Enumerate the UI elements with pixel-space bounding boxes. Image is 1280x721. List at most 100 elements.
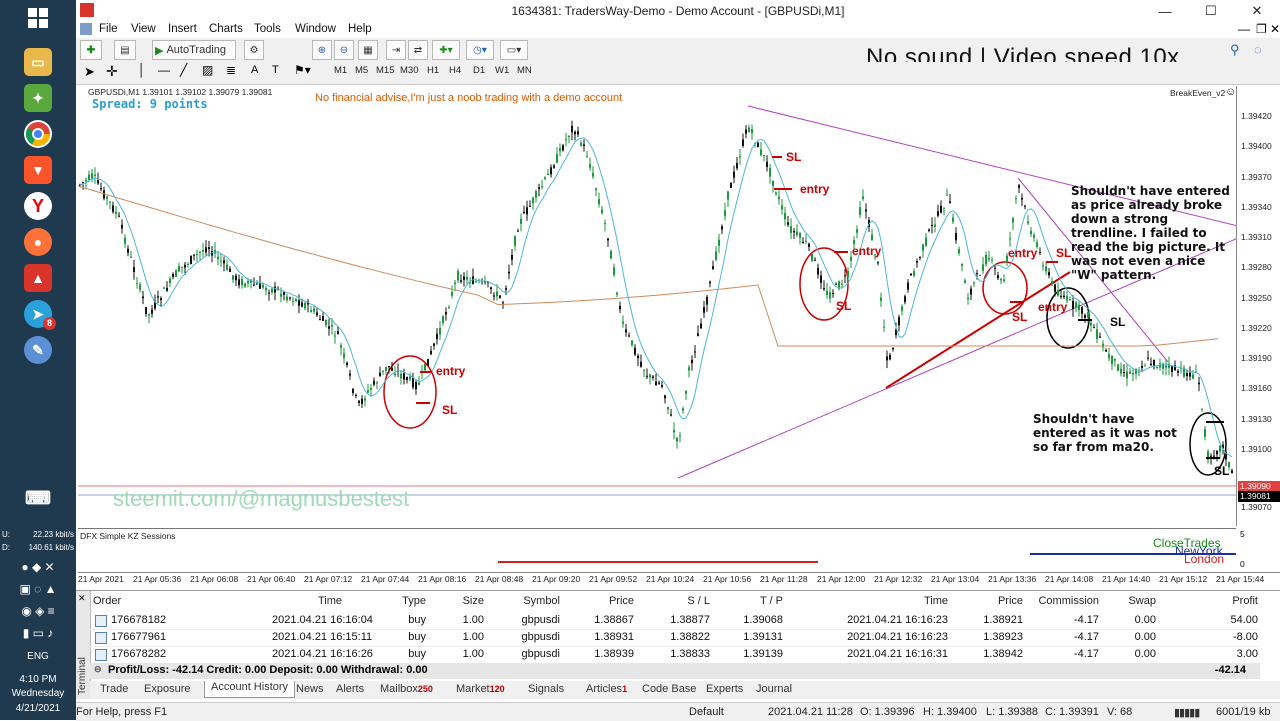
tray-icons-row4[interactable]: ▮ ▭ ♪: [0, 626, 76, 640]
chart-settings-icon[interactable]: ⚙: [244, 40, 264, 60]
tab-alerts[interactable]: Alerts: [336, 683, 364, 695]
profiles-icon[interactable]: ▤: [114, 40, 136, 60]
restore-child-window-button[interactable]: ❐: [1256, 22, 1267, 36]
timeframe-d1[interactable]: D1: [473, 65, 485, 76]
timeframe-m30[interactable]: M30: [400, 65, 418, 76]
chart-shift-icon[interactable]: ⇥: [386, 40, 406, 60]
periods-icon[interactable]: ◷▾: [466, 40, 494, 60]
col-header-close-price[interactable]: Price: [953, 595, 1023, 607]
col-header-order[interactable]: Order: [93, 595, 121, 607]
tab-experts[interactable]: Experts: [706, 683, 743, 695]
col-header-time[interactable]: Time: [272, 595, 342, 607]
col-header-profit[interactable]: Profit: [1188, 595, 1258, 607]
yandex-icon[interactable]: Y: [24, 192, 52, 220]
timeframe-m1[interactable]: M1: [334, 65, 347, 76]
clock-time[interactable]: 4:10 PM: [0, 674, 76, 685]
tray-icons-row3[interactable]: ◉ ◈ ≡: [0, 604, 76, 618]
tab-trade[interactable]: Trade: [100, 683, 128, 695]
col-header-price[interactable]: Price: [564, 595, 634, 607]
col-header-symbol[interactable]: Symbol: [490, 595, 560, 607]
col-header-tp[interactable]: T / P: [713, 595, 783, 607]
tab-journal[interactable]: Journal: [756, 683, 792, 695]
timeframe-h4[interactable]: H4: [449, 65, 461, 76]
table-row[interactable]: 176678182 2021.04.21 16:16:04 buy 1.00 gbpus…: [90, 612, 1260, 630]
autotrading-button[interactable]: ▶ AutoTrading: [152, 40, 236, 60]
keyboard-icon[interactable]: ⌨: [24, 484, 52, 512]
chrome-icon[interactable]: [24, 120, 52, 148]
zoom-in-icon[interactable]: ⊕: [312, 40, 332, 60]
menu-help[interactable]: Help: [348, 23, 372, 35]
trendline-icon[interactable]: ╱: [180, 63, 187, 77]
menu-charts[interactable]: Charts: [209, 23, 243, 35]
windows-start-icon[interactable]: [24, 4, 52, 32]
fibonacci-icon[interactable]: ≣: [226, 63, 236, 77]
tray-icons-row1[interactable]: ● ◆ ✕: [0, 560, 76, 574]
text-label-icon[interactable]: T: [272, 64, 279, 76]
price-axis[interactable]: 1.39420 1.39400 1.39370 1.39340 1.39310 …: [1236, 86, 1280, 526]
language-indicator[interactable]: ENG: [0, 651, 76, 662]
vertical-line-icon[interactable]: │: [138, 63, 146, 77]
tab-mailbox[interactable]: Mailbox250: [380, 683, 433, 695]
zoom-out-icon[interactable]: ⊖: [334, 40, 354, 60]
tab-code-base[interactable]: Code Base: [642, 683, 696, 695]
table-row[interactable]: 176678282 2021.04.21 16:16:26 buy 1.00 gbpus…: [90, 646, 1260, 664]
menu-view[interactable]: View: [131, 23, 156, 35]
timeframe-m15[interactable]: M15: [376, 65, 394, 76]
chat-icon[interactable]: ◌: [1254, 42, 1262, 57]
menu-window[interactable]: Window: [295, 23, 336, 35]
collapse-icon[interactable]: ⊖: [94, 664, 102, 675]
brave-icon[interactable]: ▼: [24, 156, 52, 184]
new-chart-icon[interactable]: ✚: [80, 40, 102, 60]
col-header-swap[interactable]: Swap: [1086, 595, 1156, 607]
col-header-close-time[interactable]: Time: [878, 595, 948, 607]
restore-child-button[interactable]: —: [1238, 22, 1250, 36]
timeframe-h1[interactable]: H1: [427, 65, 439, 76]
col-header-size[interactable]: Size: [414, 595, 484, 607]
crosshair-icon[interactable]: ✛: [106, 63, 118, 80]
tab-articles[interactable]: Articles1: [586, 683, 627, 695]
timeframe-m5[interactable]: M5: [355, 65, 368, 76]
tile-windows-icon[interactable]: ▦: [358, 40, 378, 60]
chart-window-icon[interactable]: [80, 23, 92, 35]
metatrader-icon[interactable]: ▲: [24, 264, 52, 292]
telegram-icon[interactable]: ➤ 8: [24, 300, 56, 330]
menu-insert[interactable]: Insert: [168, 23, 197, 35]
col-header-sl[interactable]: S / L: [640, 595, 710, 607]
close-button[interactable]: ✕: [1234, 0, 1280, 22]
indicator-subwindow[interactable]: DFX Simple KZ Sessions CloseTrades NewYo…: [78, 528, 1245, 571]
tab-exposure[interactable]: Exposure: [144, 683, 190, 695]
app-icon[interactable]: ✦: [24, 84, 52, 112]
menu-tools[interactable]: Tools: [254, 23, 281, 35]
minimize-button[interactable]: —: [1142, 0, 1188, 22]
candle-body: [91, 173, 93, 179]
firefox-icon[interactable]: ●: [24, 228, 52, 256]
time-axis[interactable]: 21 Apr 2021 21 Apr 05:36 21 Apr 06:08 21…: [78, 572, 1280, 587]
tab-account-history[interactable]: Account History: [204, 681, 296, 698]
terminal-close-icon[interactable]: ✕: [78, 593, 86, 604]
table-row[interactable]: 176677961 2021.04.21 16:15:11 buy 1.00 gbpus…: [90, 629, 1260, 647]
terminal-sidebar[interactable]: ✕ Terminal: [76, 591, 91, 699]
close-child-button[interactable]: ✕: [1270, 22, 1280, 36]
profile-name[interactable]: Default: [689, 706, 724, 718]
tab-news[interactable]: News: [296, 683, 324, 695]
maximize-button[interactable]: ☐: [1188, 0, 1234, 22]
timeframe-w1[interactable]: W1: [495, 65, 509, 76]
horizontal-line-icon[interactable]: —: [158, 63, 170, 77]
search-icon[interactable]: ⚲: [1230, 42, 1240, 58]
text-tool-icon[interactable]: A: [251, 64, 258, 76]
channel-icon[interactable]: ▨: [202, 63, 213, 77]
cursor-icon[interactable]: ➤: [84, 64, 95, 80]
indicators-icon[interactable]: ✚▾: [432, 40, 460, 60]
menu-file[interactable]: File: [99, 23, 118, 35]
folder-icon[interactable]: ▭: [24, 48, 52, 76]
templates-icon[interactable]: ▭▾: [500, 40, 528, 60]
paint-icon[interactable]: ✎: [24, 336, 52, 364]
tab-signals[interactable]: Signals: [528, 683, 564, 695]
tray-icons-row2[interactable]: ▣ ◌ ▲: [0, 582, 76, 596]
arrows-icon[interactable]: ⚑▾: [294, 63, 311, 77]
price-chart[interactable]: GBPUSDi,M1 1.39101 1.39102 1.39079 1.390…: [78, 86, 1236, 526]
candle-body: [310, 310, 312, 313]
timeframe-mn[interactable]: MN: [517, 65, 532, 76]
autoscroll-icon[interactable]: ⇄: [408, 40, 428, 60]
tab-market[interactable]: Market120: [456, 683, 505, 695]
